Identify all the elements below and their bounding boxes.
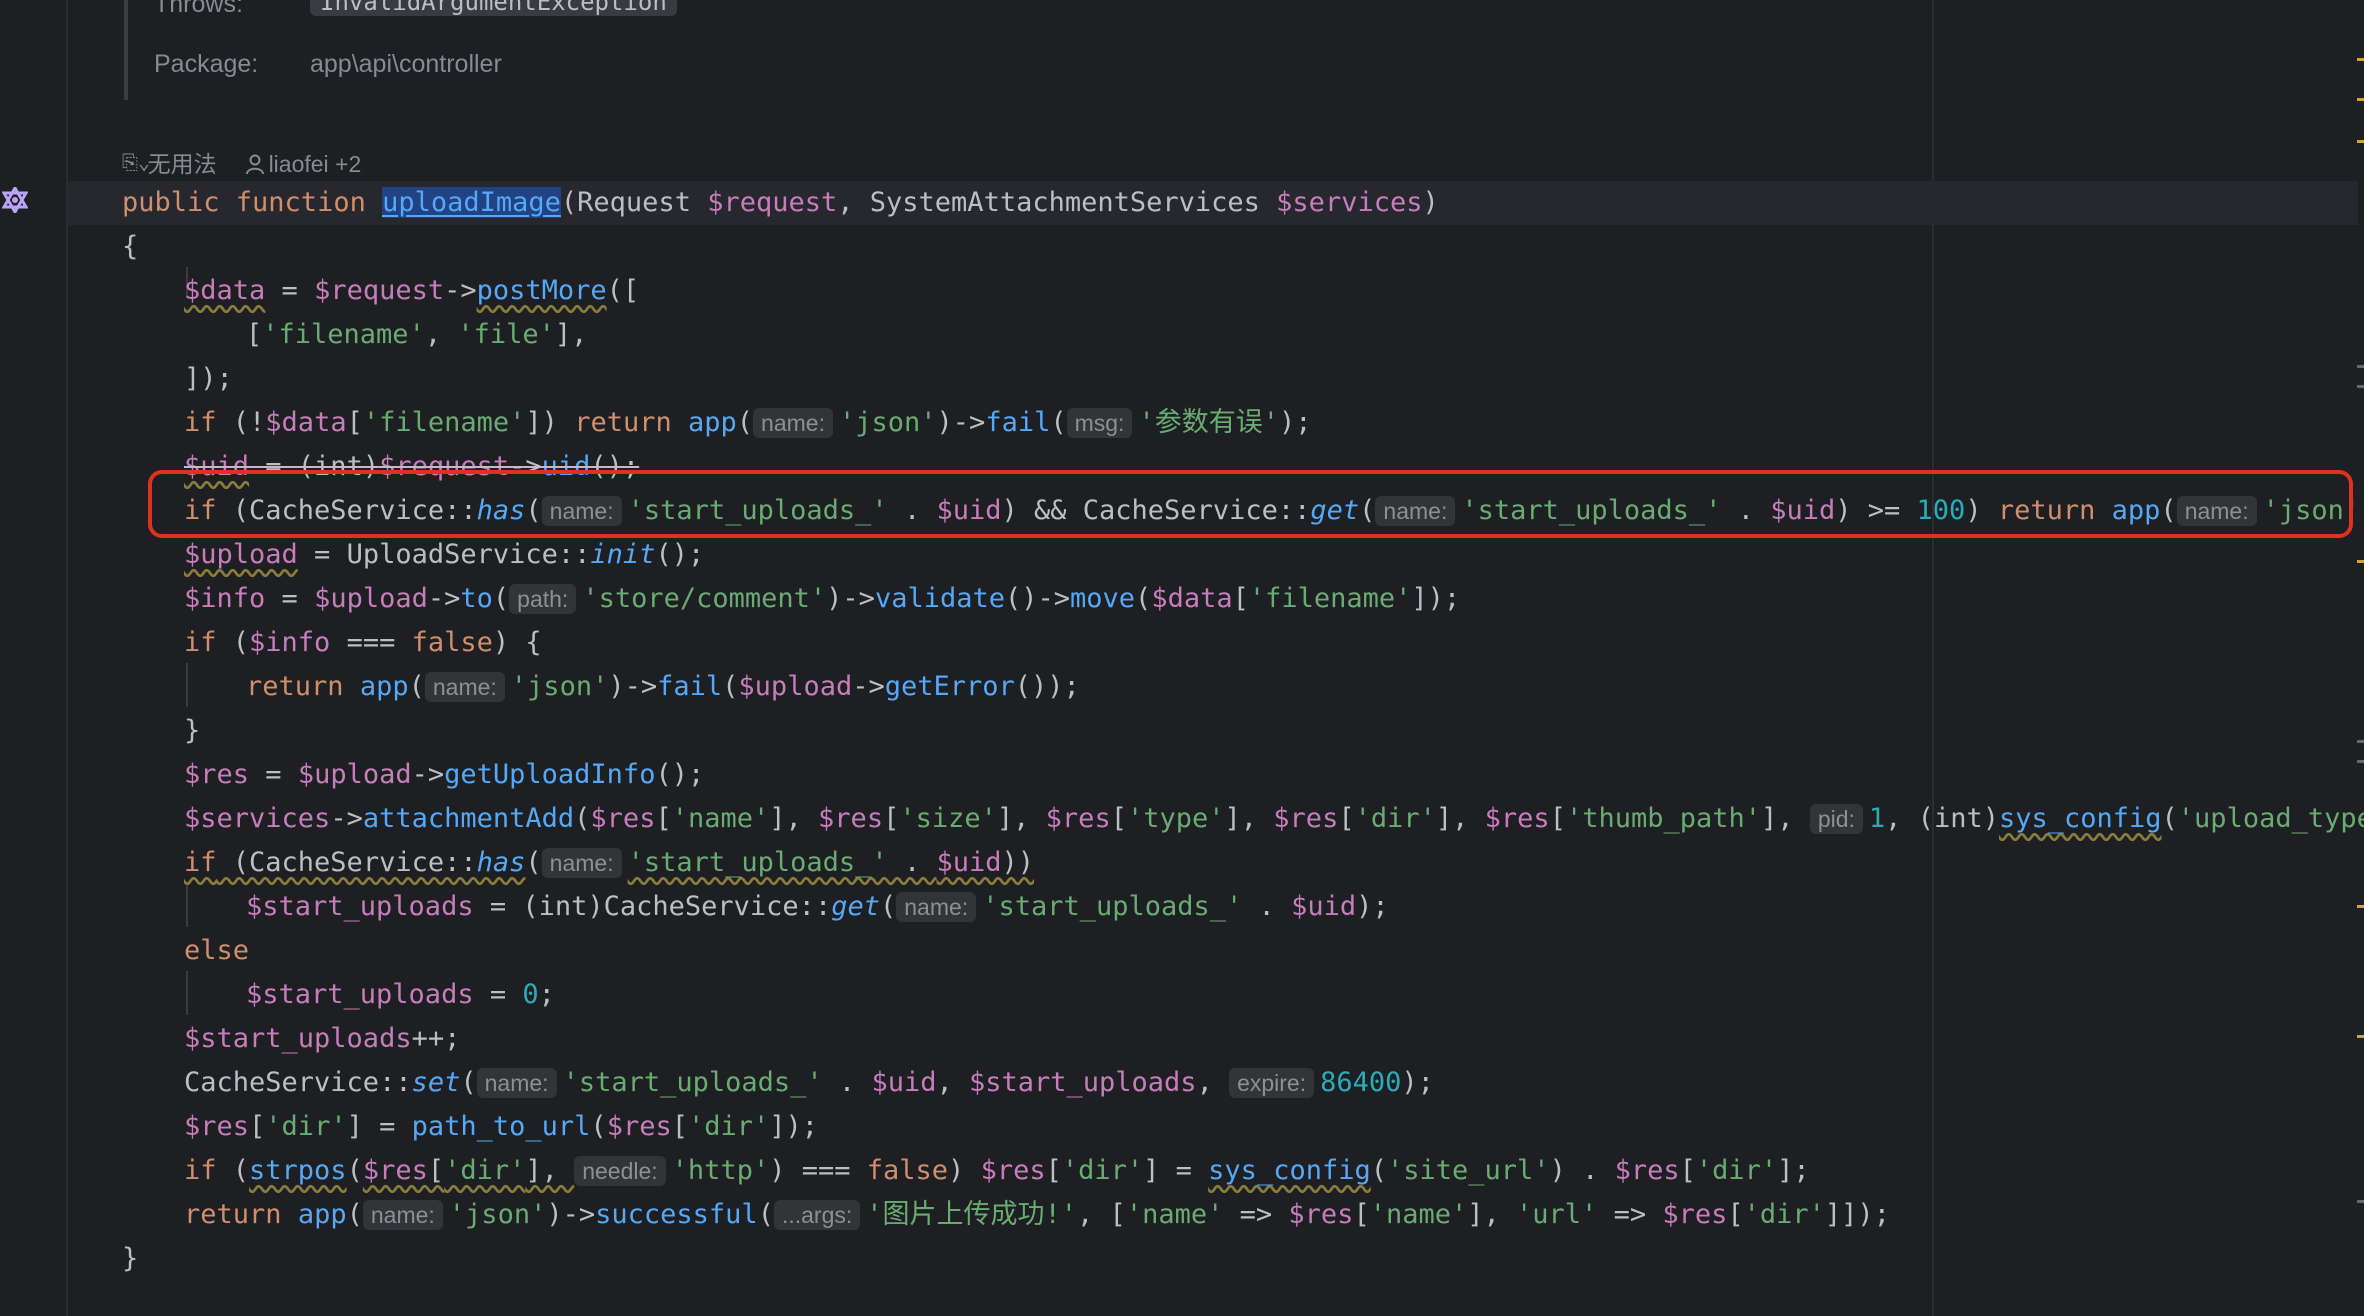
usages-hint[interactable]: 无用法	[148, 151, 217, 177]
code-line[interactable]: if (strpos($res['dir'], needle:'http') =…	[184, 1149, 1810, 1193]
param-hint: msg:	[1066, 408, 1133, 438]
scrollbar-marker[interactable]	[2357, 365, 2364, 368]
code-line[interactable]: ]);	[184, 357, 233, 401]
code-line[interactable]: }	[122, 1237, 138, 1281]
indent-guide	[186, 971, 188, 1015]
param-hint: needle:	[574, 1156, 666, 1186]
code-line[interactable]: $services->attachmentAdd($res['name'], $…	[184, 797, 2364, 841]
param-hint: expire:	[1229, 1068, 1315, 1098]
param-hint: path:	[509, 584, 577, 614]
scrollbar-marker[interactable]	[2357, 560, 2364, 563]
scrollbar-marker[interactable]	[2357, 58, 2364, 61]
code-line-function[interactable]: public function uploadImage(Request $req…	[122, 181, 1439, 225]
code-line[interactable]: return app(name:'json')->successful(...a…	[184, 1193, 1890, 1237]
scrollbar-marker[interactable]	[2357, 740, 2364, 743]
code-line[interactable]: $start_uploads++;	[184, 1017, 460, 1061]
scrollbar-marker[interactable]	[2357, 1035, 2364, 1038]
code-line[interactable]: $res = $upload->getUploadInfo();	[184, 753, 704, 797]
chevron-down-icon[interactable]: ⎘⌄	[122, 150, 150, 174]
package-value: app\api\controller	[310, 50, 502, 78]
doc-comment-bar	[124, 0, 128, 100]
scrollbar-marker[interactable]	[2357, 385, 2364, 388]
highlight-annotation-box	[148, 470, 2353, 538]
throws-value: InvalidArgumentException	[310, 0, 677, 16]
param-hint: name:	[896, 892, 977, 922]
throws-label: Throws:	[154, 0, 243, 18]
author-names: liaofei +2	[268, 151, 362, 177]
code-line[interactable]: if (!$data['filename']) return app(name:…	[184, 401, 1311, 445]
code-line[interactable]: else	[184, 929, 249, 973]
code-line[interactable]: ['['filename', 'file'],	[246, 313, 587, 357]
code-line[interactable]: if (CacheService::has(name:'start_upload…	[184, 841, 1034, 885]
param-hint: name:	[753, 408, 833, 438]
param-hint: name:	[362, 1200, 443, 1230]
package-label: Package:	[154, 50, 259, 78]
indent-guide	[186, 883, 188, 927]
person-icon	[245, 154, 264, 175]
param-hint: name:	[541, 848, 622, 878]
code-line[interactable]: $start_uploads = 0;	[246, 973, 555, 1017]
param-hint: name:	[476, 1068, 557, 1098]
param-hint: ...args:	[773, 1200, 861, 1230]
scrollbar-marker[interactable]	[2357, 1200, 2364, 1203]
code-line[interactable]: $upload = UploadService::init();	[184, 533, 704, 577]
param-hint: name:	[424, 672, 505, 702]
indent-guide	[186, 663, 188, 707]
scrollbar-marker[interactable]	[2357, 140, 2364, 143]
code-line[interactable]: CacheService::set(name:'start_uploads_' …	[184, 1061, 1434, 1105]
code-line[interactable]: {	[122, 225, 138, 269]
param-hint: pid:	[1809, 804, 1863, 834]
code-line[interactable]: if ($info === false) {	[184, 621, 542, 665]
code-editor[interactable]: Throws: InvalidArgumentException Package…	[0, 0, 2364, 1316]
code-line[interactable]: $info = $upload->to(path:'store/comment'…	[184, 577, 1460, 621]
scrollbar-marker[interactable]	[2357, 905, 2364, 908]
code-line[interactable]: $start_uploads = (int)CacheService::get(…	[246, 885, 1389, 929]
code-line[interactable]: $data = $request->postMore([	[184, 269, 639, 313]
scrollbar-marker[interactable]	[2357, 760, 2364, 763]
code-line[interactable]: }	[184, 709, 200, 753]
code-line[interactable]: return app(name:'json')->fail($upload->g…	[246, 665, 1080, 709]
code-line[interactable]: $res['dir'] = path_to_url($res['dir']);	[184, 1105, 818, 1149]
scrollbar-marker[interactable]	[2357, 98, 2364, 101]
author-hint[interactable]: liaofei +2	[245, 151, 390, 177]
override-marker-icon[interactable]	[2, 187, 28, 213]
